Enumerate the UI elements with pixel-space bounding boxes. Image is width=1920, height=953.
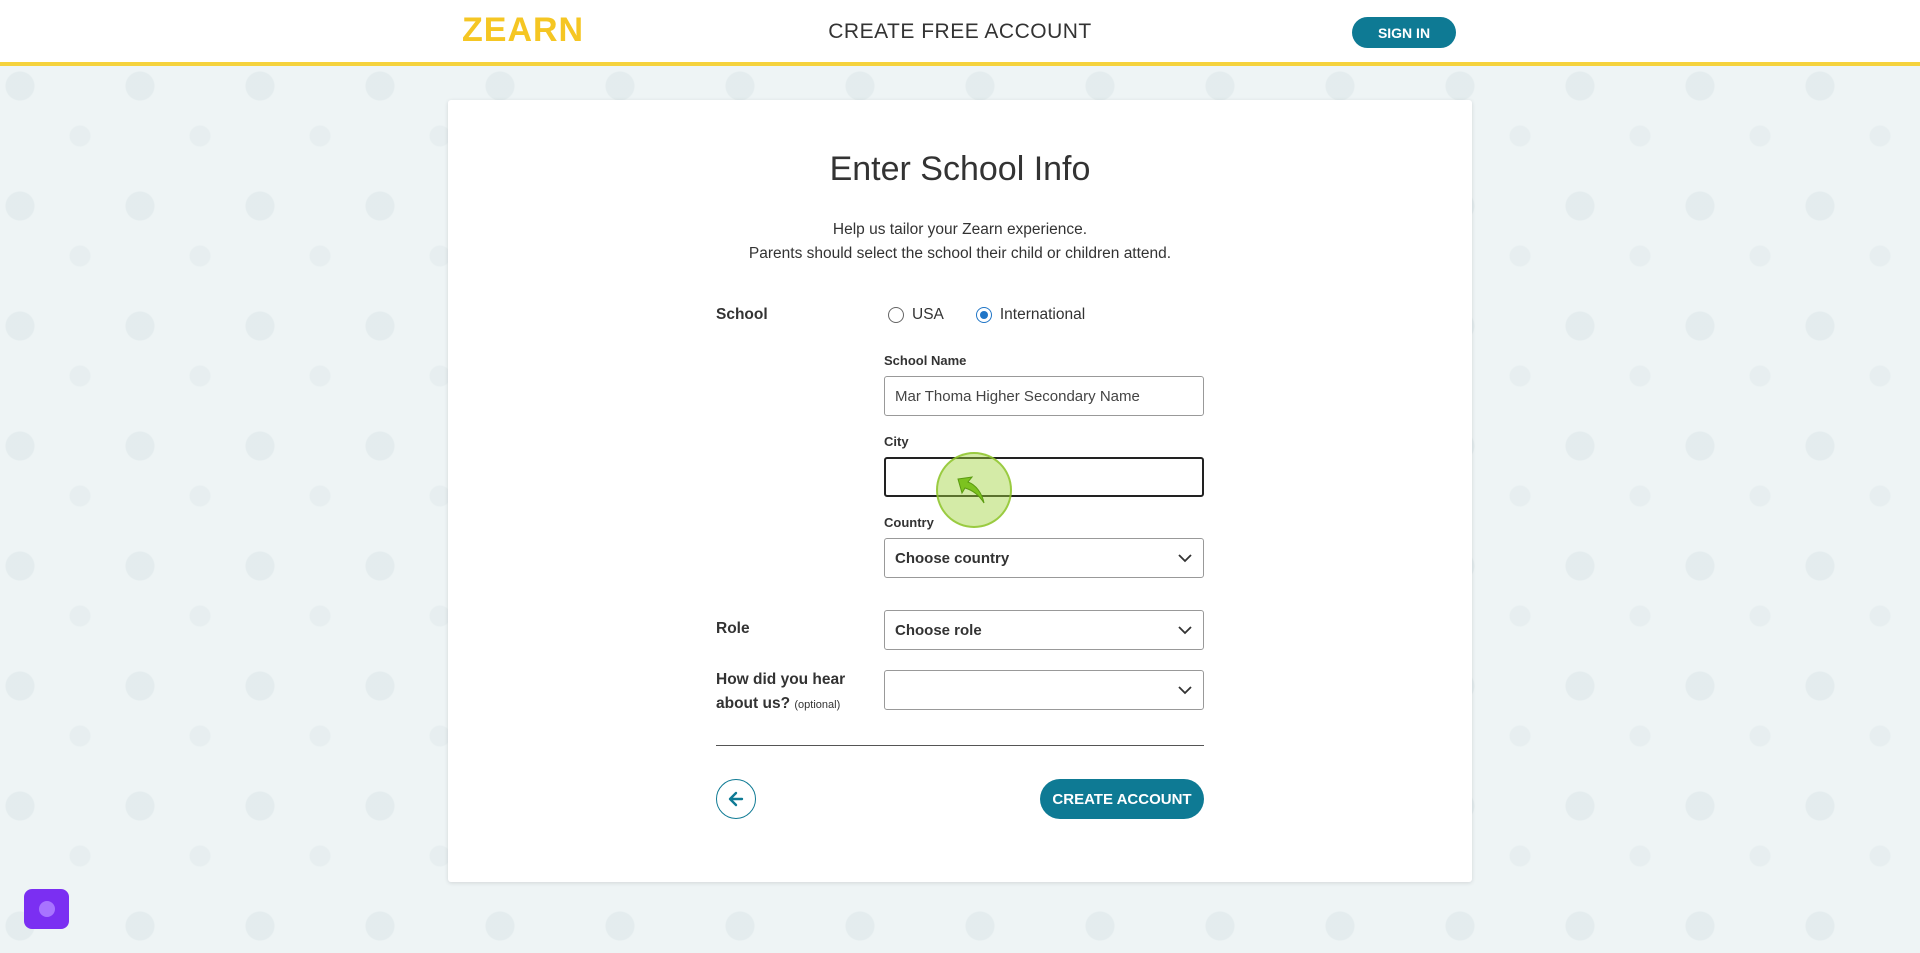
school-label: School: [716, 306, 768, 323]
radio-international[interactable]: International: [975, 306, 1086, 324]
hear-about-label-line-1: How did you hear: [716, 671, 846, 688]
cursor-highlight: [936, 452, 1012, 528]
city-input[interactable]: [884, 457, 1204, 497]
subtitle-line-1: Help us tailor your Zearn experience.: [832, 221, 1088, 238]
create-account-button[interactable]: CREATE ACCOUNT: [1040, 779, 1204, 819]
chat-icon: [38, 901, 55, 917]
form-divider: [716, 745, 1204, 746]
back-button[interactable]: [716, 779, 756, 819]
top-header: ZEARN CREATE FREE ACCOUNT SIGN IN: [0, 0, 1920, 66]
subtitle-line-2: Parents should select the school their c…: [748, 245, 1172, 262]
chevron-down-icon: [1178, 554, 1192, 563]
hear-about-select[interactable]: [884, 670, 1204, 710]
radio-usa-label: USA: [912, 306, 944, 323]
radio-usa-button[interactable]: [888, 307, 904, 323]
role-select-value: Choose role: [895, 621, 982, 639]
country-select[interactable]: Choose country: [884, 538, 1204, 578]
hear-about-label-line-2-wrap: about us? (optional): [716, 692, 845, 717]
radio-international-label: International: [999, 306, 1086, 323]
country-select-value: Choose country: [895, 549, 1010, 567]
school-type-radio-group: USA International: [888, 306, 1117, 324]
optional-tag: (optional): [794, 699, 841, 711]
city-label: City: [884, 434, 909, 449]
card-subtitle: Help us tailor your Zearn experience. Pa…: [448, 218, 1472, 266]
cursor-arrow-icon: [957, 476, 985, 504]
role-label: Role: [716, 620, 750, 637]
page-title: CREATE FREE ACCOUNT: [828, 20, 1092, 43]
chevron-down-icon: [1178, 626, 1192, 635]
country-label: Country: [884, 515, 934, 530]
sign-in-button[interactable]: SIGN IN: [1352, 17, 1456, 48]
radio-usa[interactable]: USA: [888, 306, 944, 324]
school-name-input[interactable]: [884, 376, 1204, 416]
card-title: Enter School Info: [829, 150, 1091, 188]
school-name-label: School Name: [884, 353, 967, 368]
radio-international-button[interactable]: [975, 307, 992, 323]
hear-about-label: How did you hear about us? (optional): [716, 668, 845, 717]
arrow-left-icon: [728, 791, 744, 807]
chat-widget-button[interactable]: [24, 889, 69, 929]
chevron-down-icon: [1178, 686, 1192, 695]
hear-about-label-line-2: about us?: [716, 695, 791, 712]
role-select[interactable]: Choose role: [884, 610, 1204, 650]
